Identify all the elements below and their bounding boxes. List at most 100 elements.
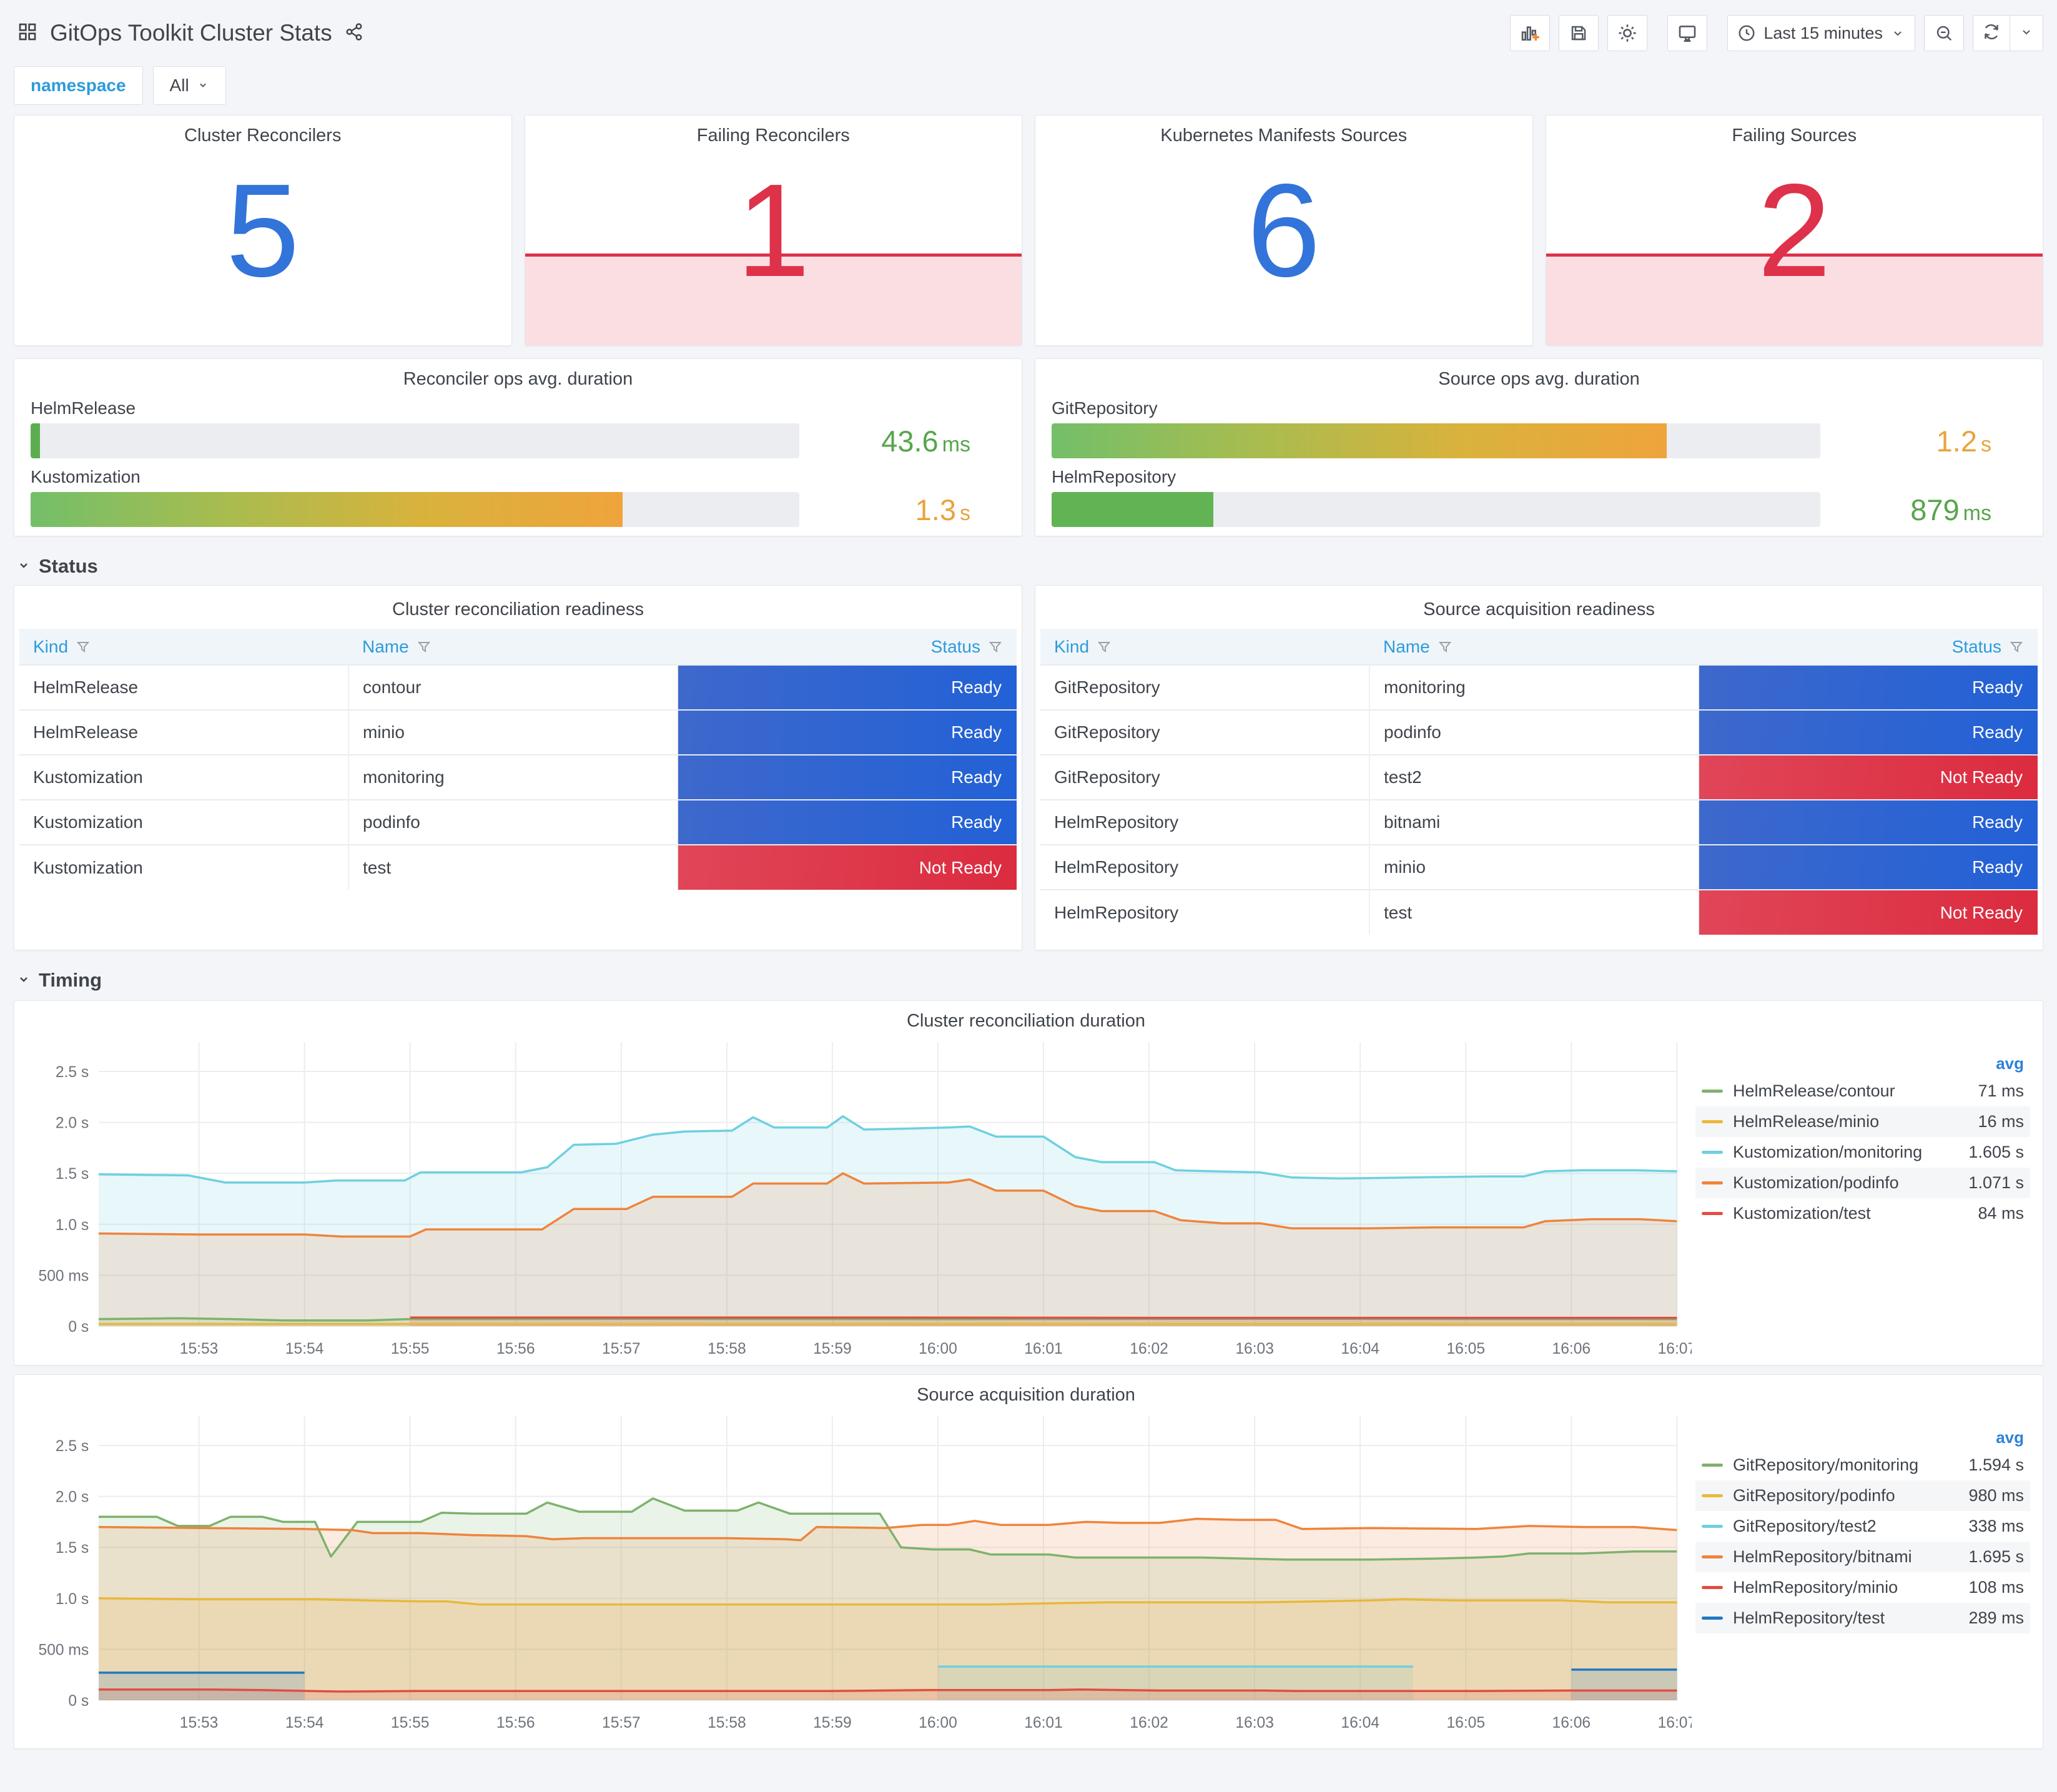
save-dashboard-button[interactable]	[1559, 15, 1599, 51]
readiness-table: Kind Name Status GitRepository monitoring…	[1040, 629, 2038, 935]
column-header-name[interactable]: Name	[1369, 629, 1699, 665]
legend-item[interactable]: Kustomization/test 84 ms	[1695, 1198, 2030, 1229]
gauge-track	[1052, 492, 1820, 527]
column-header-status[interactable]: Status	[1699, 629, 2038, 665]
add-panel-button[interactable]	[1510, 15, 1551, 51]
series-avg-value: 1.605 s	[1968, 1143, 2024, 1161]
page-title: GitOps Toolkit Cluster Stats	[50, 20, 332, 46]
apps-grid-icon[interactable]	[17, 22, 37, 45]
svg-text:500 ms: 500 ms	[39, 1268, 89, 1284]
gauge-panel-source-ops: Source ops avg. duration GitRepository 1…	[1035, 358, 2043, 536]
panel-title[interactable]: Source acquisition duration	[18, 1385, 2034, 1406]
cycle-view-mode-button[interactable]	[1667, 15, 1708, 51]
stat-value: 1	[736, 156, 811, 304]
svg-text:15:59: 15:59	[813, 1341, 852, 1357]
legend-item[interactable]: HelmRepository/test 289 ms	[1695, 1603, 2030, 1633]
section-label: Status	[39, 555, 98, 577]
table-row: GitRepository monitoring Ready	[1040, 664, 2038, 710]
gauge-row-helmrelease: HelmRelease 43.6 ms	[31, 398, 1005, 458]
legend-item[interactable]: Kustomization/podinfo 1.071 s	[1695, 1168, 2030, 1198]
column-header-kind[interactable]: Kind	[1040, 629, 1369, 665]
legend-item[interactable]: HelmRelease/contour 71 ms	[1695, 1076, 2030, 1106]
series-color-swatch	[1702, 1151, 1723, 1154]
refresh-dashboard-button[interactable]	[1973, 16, 2010, 51]
gauge-row-helmrepository: HelmRepository 879 ms	[1052, 467, 2026, 527]
svg-text:15:59: 15:59	[813, 1715, 852, 1731]
legend-item[interactable]: GitRepository/monitoring 1.594 s	[1695, 1450, 2030, 1480]
variable-namespace-value: All	[169, 76, 189, 95]
dashboard-settings-button[interactable]	[1607, 15, 1648, 51]
column-header-name[interactable]: Name	[348, 629, 678, 665]
legend-item[interactable]: HelmRelease/minio 16 ms	[1695, 1106, 2030, 1137]
cell-kind: Kustomization	[19, 844, 349, 890]
section-header-status[interactable]: Status	[16, 555, 2043, 578]
filter-icon	[989, 641, 1002, 652]
legend-item[interactable]: HelmRepository/minio 108 ms	[1695, 1572, 2030, 1603]
time-range-label: Last 15 minutes	[1763, 23, 1883, 42]
timeseries-plot[interactable]: 0 s 500 ms 1.0 s 1.5 s 2.0 s 2.5 s 15:53 15:54 1…	[18, 1033, 1692, 1364]
gauge-value: 1.3 s	[915, 493, 970, 526]
cell-kind: Kustomization	[19, 799, 349, 845]
series-color-swatch	[1702, 1617, 1723, 1620]
series-avg-value: 338 ms	[1968, 1517, 2024, 1535]
panel-title[interactable]: Cluster reconciliation readiness	[19, 589, 1017, 620]
series-name: HelmRelease/minio	[1733, 1112, 1880, 1131]
cell-name: minio	[348, 709, 678, 755]
chart-panel-source-acquisition: Source acquisition duration 0 s 500 ms 1.0…	[14, 1374, 2043, 1749]
status-tables-row: Cluster reconciliation readiness Kind Na…	[14, 585, 2043, 950]
zoom-out-time-button[interactable]	[1924, 15, 1964, 51]
status-badge: Ready	[678, 709, 1017, 755]
refresh-button-group	[1973, 15, 2043, 51]
gauge-panels-row: Reconciler ops avg. duration HelmRelease…	[14, 358, 2043, 536]
cell-kind: HelmRepository	[1040, 799, 1370, 845]
grafana-dashboard: GitOps Toolkit Cluster Stats Last 15 min…	[0, 0, 2057, 1792]
stat-value: 6	[1246, 156, 1321, 304]
variable-namespace-select[interactable]: All	[152, 66, 226, 105]
share-icon[interactable]	[345, 22, 363, 44]
refresh-interval-dropdown[interactable]	[2010, 16, 2043, 51]
svg-text:15:54: 15:54	[285, 1341, 324, 1357]
cell-name: monitoring	[348, 754, 678, 800]
legend-item[interactable]: GitRepository/podinfo 980 ms	[1695, 1480, 2030, 1511]
legend-item[interactable]: Kustomization/monitoring 1.605 s	[1695, 1137, 2030, 1168]
time-range-picker[interactable]: Last 15 minutes	[1727, 15, 1915, 51]
table-row: HelmRepository test Not Ready	[1040, 889, 2038, 935]
section-header-timing[interactable]: Timing	[16, 969, 2043, 992]
stat-value: 5	[225, 156, 300, 304]
stat-panel-cluster-reconcilers: Cluster Reconcilers 5	[14, 115, 512, 346]
status-badge: Ready	[1699, 844, 2038, 890]
panel-title[interactable]: Source ops avg. duration	[1052, 359, 2026, 390]
status-badge: Ready	[1699, 709, 2038, 755]
table-row: Kustomization podinfo Ready	[19, 799, 1017, 845]
svg-text:15:56: 15:56	[496, 1715, 535, 1731]
gauge-track	[31, 423, 799, 458]
stat-panel-failing-reconcilers: Failing Reconcilers 1	[524, 115, 1022, 346]
filter-icon	[2010, 641, 2023, 652]
table-panel-cluster-readiness: Cluster reconciliation readiness Kind Na…	[14, 585, 1022, 950]
gear-icon	[1617, 23, 1637, 43]
table-row: HelmRelease minio Ready	[19, 709, 1017, 755]
legend-item[interactable]: HelmRepository/bitnami 1.695 s	[1695, 1542, 2030, 1572]
cell-kind: GitRepository	[1040, 709, 1370, 755]
series-color-swatch	[1702, 1212, 1723, 1215]
panel-title[interactable]: Reconciler ops avg. duration	[31, 359, 1005, 390]
cell-kind: Kustomization	[19, 754, 349, 800]
status-badge: Not Ready	[678, 844, 1017, 890]
panel-title[interactable]: Cluster reconciliation duration	[18, 1011, 2034, 1031]
series-color-swatch	[1702, 1464, 1723, 1467]
series-color-swatch	[1702, 1525, 1723, 1528]
column-header-status[interactable]: Status	[678, 629, 1017, 665]
legend-avg-header[interactable]: avg	[1695, 1054, 2030, 1073]
svg-text:2.5 s: 2.5 s	[56, 1438, 89, 1455]
cell-name: podinfo	[348, 799, 678, 845]
table-row: Kustomization test Not Ready	[19, 844, 1017, 890]
legend-avg-header[interactable]: avg	[1695, 1428, 2030, 1447]
stat-panel-manifest-sources: Kubernetes Manifests Sources 6	[1035, 115, 1533, 346]
cell-kind: HelmRelease	[19, 664, 349, 710]
gauge-label: HelmRepository	[1052, 467, 1176, 486]
cell-name: test	[1369, 889, 1699, 935]
legend-item[interactable]: GitRepository/test2 338 ms	[1695, 1511, 2030, 1542]
panel-title[interactable]: Source acquisition readiness	[1040, 589, 2038, 620]
column-header-kind[interactable]: Kind	[19, 629, 348, 665]
timeseries-plot[interactable]: 0 s 500 ms 1.0 s 1.5 s 2.0 s 2.5 s 15:53 15:54 1…	[18, 1407, 1692, 1738]
